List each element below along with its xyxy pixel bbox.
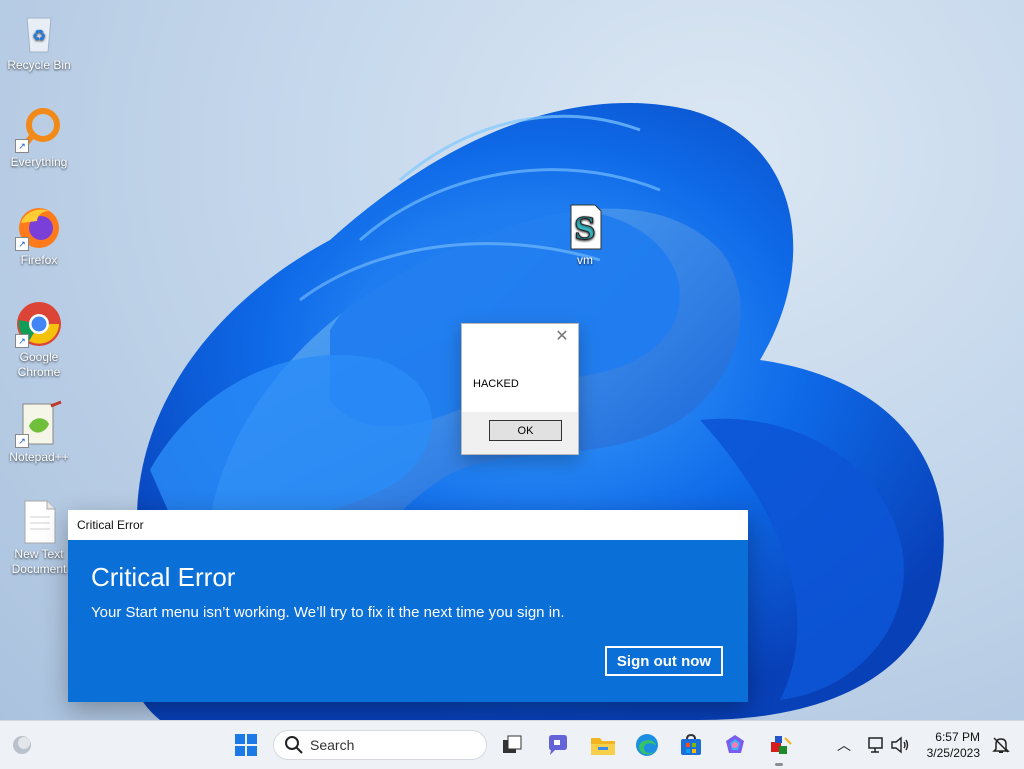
everything-search-icon: ↗ [15,105,63,153]
store-button[interactable] [675,729,707,761]
search-icon [285,736,303,754]
show-hidden-icons-button[interactable]: ︿ [828,729,860,761]
desktop-icon-label: Google Chrome [17,350,61,379]
message-box-footer: OK [462,412,578,454]
desktop-icon-firefox[interactable]: ↗ Firefox [1,203,77,268]
window-titlebar[interactable]: Critical Error [68,510,748,540]
task-view-icon [503,735,522,753]
clock-time: 6:57 PM [935,730,980,744]
start-button[interactable] [230,729,262,761]
desktop-icon-label: New Text Document [11,547,67,576]
start-icon [235,734,257,756]
edge-icon [636,734,658,756]
desktop-icon-label: vm [577,253,593,267]
recycle-bin-icon: ♻ [15,8,63,56]
error-heading: Critical Error [91,562,236,592]
file-explorer-button[interactable] [587,729,619,761]
shortcut-arrow-icon: ↗ [15,139,29,153]
notepad-plus-plus-icon: ↗ [15,400,63,448]
shortcut-arrow-icon: ↗ [15,334,29,348]
volume-button[interactable] [884,729,916,761]
script-file-icon: S [561,203,609,251]
weather-icon [13,736,31,754]
message-box-titlebar[interactable]: ✕ [462,324,578,354]
desktop-icon-new-text-document[interactable]: New Text Document [1,497,77,577]
chat-button[interactable] [542,729,574,761]
sign-out-button[interactable]: Sign out now [605,646,723,676]
desktop-icon-everything[interactable]: ↗ Everything [1,105,77,170]
svg-text:S: S [574,212,596,247]
desktop-icon-recycle-bin[interactable]: ♻ Recycle Bin [1,8,77,73]
taskbar-search-box[interactable]: Search [273,730,487,760]
copilot-button[interactable] [719,729,751,761]
text-document-icon [15,497,63,545]
search-placeholder: Search [310,737,355,753]
notification-bell-icon [992,737,1010,753]
clock-date: 3/25/2023 [926,746,980,760]
edge-button[interactable] [631,729,663,761]
taskbar: Search ︿ 6:57 PM 3/25/2023 [0,720,1024,769]
close-icon[interactable]: ✕ [554,329,570,345]
desktop-icon-label: Firefox [20,253,58,267]
speaker-icon [891,736,909,754]
chrome-icon: ↗ [15,300,63,348]
desktop-icon-label: Recycle Bin [7,58,71,72]
app-icon [771,736,792,754]
notifications-button[interactable] [985,729,1017,761]
desktop-icon-vm[interactable]: S vm [547,203,623,268]
running-app-button[interactable] [763,729,795,761]
store-icon [681,733,701,755]
desktop-icon-label: Everything [10,155,68,169]
desktop-icon-label: Notepad++ [9,450,69,464]
task-view-button[interactable] [496,729,528,761]
firefox-icon: ↗ [15,203,63,251]
svg-text:♻: ♻ [32,26,46,45]
error-message: Your Start menu isn’t working. We’ll try… [91,604,565,621]
chevron-up-icon: ︿ [837,737,851,753]
critical-error-window: Critical Error Critical Error Your Start… [68,510,748,702]
ok-button[interactable]: OK [489,420,562,441]
active-app-indicator [775,763,783,766]
message-text: HACKED [473,378,519,390]
network-icon [868,737,883,753]
desktop-icon-notepad-plus-plus[interactable]: ↗ Notepad++ [1,400,77,465]
copilot-icon [726,735,744,753]
shortcut-arrow-icon: ↗ [15,434,29,448]
widgets-weather-button[interactable] [6,729,38,761]
shortcut-arrow-icon: ↗ [15,237,29,251]
file-explorer-icon [591,738,615,755]
desktop-icon-google-chrome[interactable]: ↗ Google Chrome [1,300,77,380]
taskbar-clock[interactable]: 6:57 PM 3/25/2023 [927,729,980,761]
hacked-message-box: ✕ HACKED OK [461,323,579,455]
teams-chat-icon [549,735,567,755]
